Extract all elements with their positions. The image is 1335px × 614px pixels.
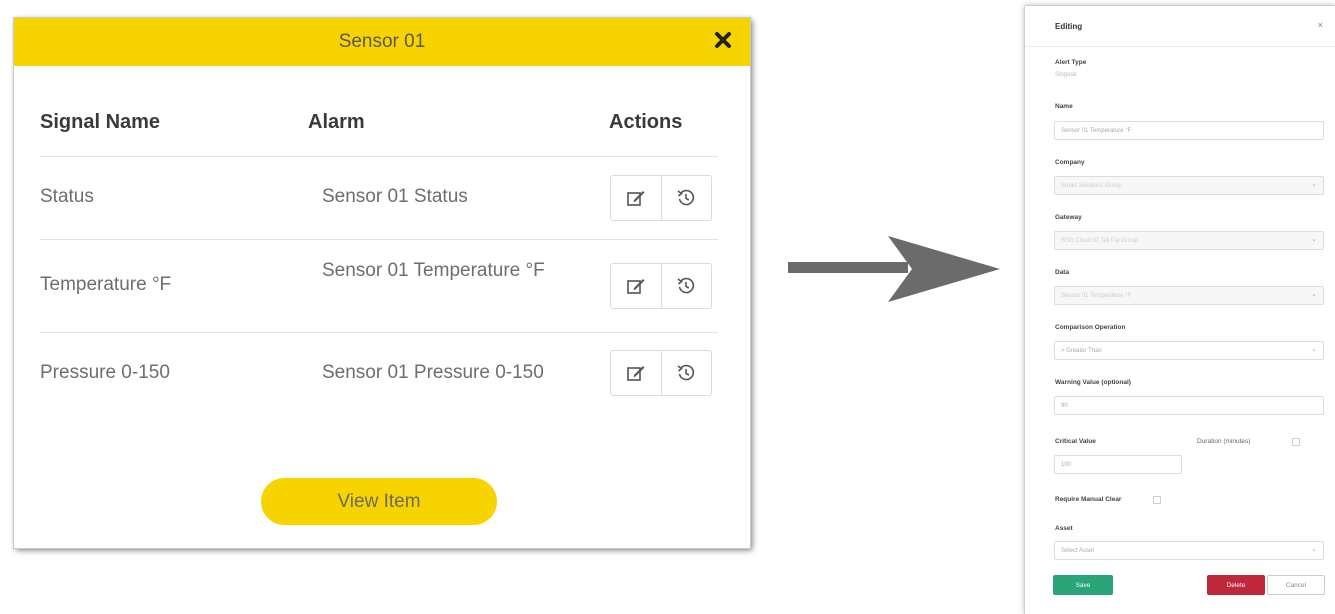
warning-value-label: Warning Value (optional) bbox=[1055, 379, 1131, 386]
alarm-cell: Sensor 01 Status bbox=[322, 186, 468, 207]
save-button[interactable]: Save bbox=[1053, 575, 1113, 595]
data-select[interactable]: Sensor 01 Temperature °F bbox=[1054, 285, 1324, 305]
name-label: Name bbox=[1055, 103, 1073, 110]
duration-checkbox[interactable] bbox=[1292, 438, 1300, 446]
history-icon[interactable] bbox=[660, 264, 712, 308]
column-header-alarm: Alarm bbox=[308, 111, 365, 133]
row-actions bbox=[610, 263, 712, 309]
edit-icon[interactable] bbox=[611, 176, 661, 220]
editing-panel: Editing × Alert Type Singular Name Senso… bbox=[1025, 6, 1335, 614]
delete-button[interactable]: Delete bbox=[1207, 575, 1265, 595]
close-icon[interactable] bbox=[712, 29, 734, 51]
close-icon[interactable]: × bbox=[1318, 20, 1323, 30]
duration-label: Duration (minutes) bbox=[1197, 438, 1251, 445]
form-title: Editing bbox=[1055, 22, 1083, 31]
popup-title: Sensor 01 bbox=[338, 31, 426, 52]
require-manual-clear-checkbox[interactable] bbox=[1153, 496, 1161, 504]
alert-type-label: Alert Type bbox=[1055, 59, 1087, 66]
asset-label: Asset bbox=[1055, 525, 1073, 532]
company-label: Company bbox=[1055, 159, 1085, 166]
alert-type-value[interactable]: Singular bbox=[1055, 72, 1077, 78]
column-header-actions: Actions bbox=[609, 111, 683, 133]
comparison-operation-label: Comparison Operation bbox=[1055, 324, 1126, 331]
column-header-signal-name: Signal Name bbox=[40, 111, 161, 133]
edit-icon[interactable] bbox=[611, 351, 661, 395]
warning-value-input[interactable]: 90 bbox=[1054, 396, 1324, 415]
row-actions bbox=[610, 350, 712, 396]
popup-header: Sensor 01 bbox=[14, 18, 750, 66]
row-divider bbox=[40, 156, 718, 157]
alarm-cell: Sensor 01 Temperature °F bbox=[322, 260, 545, 281]
critical-value-input[interactable]: 100 bbox=[1054, 455, 1182, 474]
require-manual-clear-label: Require Manual Clear bbox=[1055, 496, 1122, 503]
history-icon[interactable] bbox=[660, 176, 712, 220]
edit-icon[interactable] bbox=[611, 264, 661, 308]
signal-name-cell: Temperature °F bbox=[40, 274, 172, 295]
asset-select[interactable]: Select Asset bbox=[1054, 540, 1324, 560]
gateway-select[interactable]: SSG Cloud ID Tall Pal Group bbox=[1054, 230, 1324, 250]
cancel-button[interactable]: Cancel bbox=[1267, 575, 1325, 595]
signal-name-cell: Status bbox=[40, 186, 94, 207]
row-divider bbox=[40, 239, 718, 240]
comparison-operation-select[interactable]: > Greater Than bbox=[1054, 340, 1324, 360]
row-actions bbox=[610, 175, 712, 221]
data-label: Data bbox=[1055, 269, 1070, 276]
name-input[interactable]: Sensor 01 Temperature °F bbox=[1054, 121, 1324, 140]
alarm-cell: Sensor 01 Pressure 0-150 bbox=[322, 362, 544, 383]
company-select[interactable]: Smart Solutions Group bbox=[1054, 175, 1324, 195]
signal-name-cell: Pressure 0-150 bbox=[40, 362, 170, 383]
sensor-popup: Sensor 01 Signal Name Alarm Actions Stat… bbox=[14, 18, 750, 548]
form-divider bbox=[1025, 46, 1335, 47]
critical-value-label: Critical Value bbox=[1055, 438, 1096, 445]
arrow-right-icon bbox=[788, 232, 1002, 309]
gateway-label: Gateway bbox=[1055, 214, 1082, 221]
row-divider bbox=[40, 332, 718, 333]
history-icon[interactable] bbox=[660, 351, 712, 395]
view-item-button[interactable]: View Item bbox=[261, 478, 497, 525]
